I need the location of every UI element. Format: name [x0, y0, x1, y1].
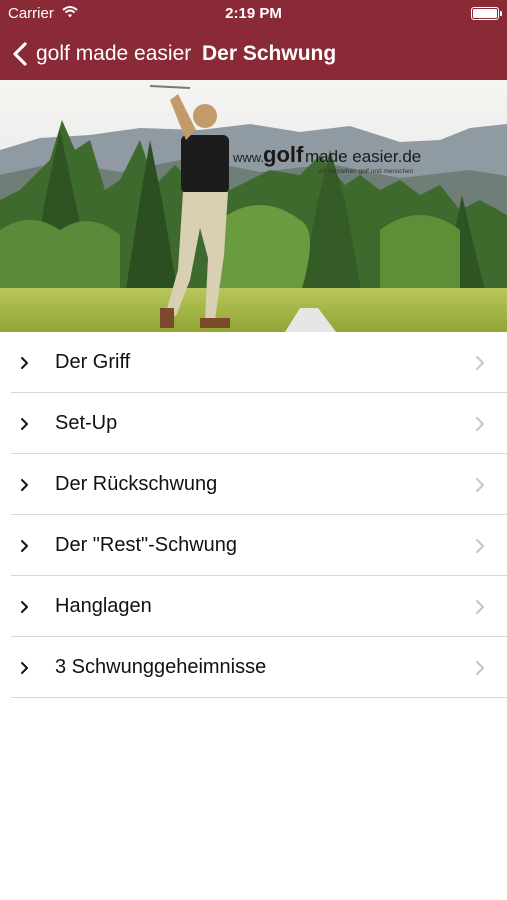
- disclosure-chevron-icon: [475, 576, 485, 637]
- chevron-right-icon: [20, 393, 30, 454]
- battery-icon: [471, 7, 502, 20]
- chevron-right-icon: [20, 454, 30, 515]
- chevron-right-icon: [20, 637, 30, 698]
- list-item-label: Set-Up: [55, 412, 118, 434]
- disclosure-chevron-icon: [475, 515, 485, 576]
- list-item-label: Hanglagen: [55, 595, 152, 617]
- disclosure-chevron-icon: [475, 637, 485, 698]
- menu-list: Der Griff Set-Up Der Rückschwung Der "Re…: [0, 332, 507, 698]
- list-item[interactable]: Hanglagen: [0, 576, 507, 637]
- disclosure-chevron-icon: [475, 393, 485, 454]
- chevron-right-icon: [20, 576, 30, 637]
- row-divider: [11, 697, 507, 698]
- list-item[interactable]: Set-Up: [0, 393, 507, 454]
- page-title: Der Schwung: [202, 42, 337, 65]
- navigation-bar: golf made easier Der Schwung: [0, 28, 507, 80]
- list-item-label: Der "Rest"-Schwung: [55, 534, 238, 556]
- list-item[interactable]: Der Griff: [0, 332, 507, 393]
- list-item[interactable]: 3 Schwunggeheimnisse: [0, 637, 507, 698]
- list-item[interactable]: Der Rückschwung: [0, 454, 507, 515]
- back-button[interactable]: golf made easier: [10, 28, 191, 80]
- back-button-label: golf made easier: [36, 42, 192, 65]
- list-item-label: 3 Schwunggeheimnisse: [55, 656, 267, 678]
- brand-rest: made easier.de: [305, 147, 421, 166]
- brand-tagline: wir verstehen golf und menschen: [317, 168, 414, 175]
- chevron-left-icon: [10, 41, 30, 67]
- clock: 2:19 PM: [225, 5, 282, 22]
- chevron-right-icon: [20, 332, 30, 393]
- hero-banner-image: www. golf made easier.de wir verstehen g…: [0, 80, 507, 332]
- status-bar: Carrier 2:19 PM: [0, 0, 507, 28]
- brand-url-prefix: www.: [232, 150, 264, 165]
- disclosure-chevron-icon: [475, 332, 485, 393]
- list-item-label: Der Rückschwung: [55, 473, 218, 495]
- chevron-right-icon: [20, 515, 30, 576]
- list-item-label: Der Griff: [55, 351, 131, 373]
- brand-golf: golf: [263, 142, 304, 167]
- list-item[interactable]: Der "Rest"-Schwung: [0, 515, 507, 576]
- disclosure-chevron-icon: [475, 454, 485, 515]
